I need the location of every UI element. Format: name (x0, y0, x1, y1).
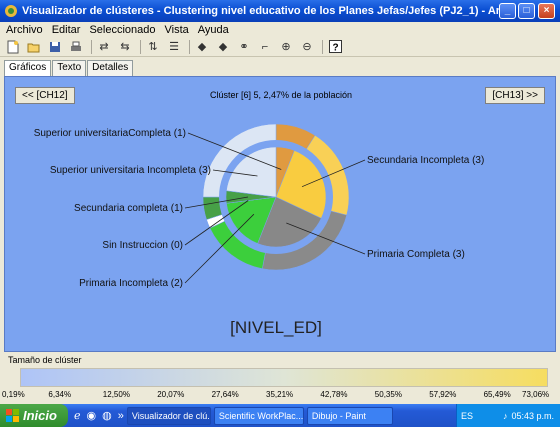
clock: 05:43 p.m. (511, 410, 554, 421)
cluster-size-legend: Tamaño de clúster 0,19% 6,34% 12,50% 20,07%… (0, 352, 560, 404)
toolbar-separator (140, 39, 141, 54)
menu-archivo[interactable]: Archivo (6, 24, 43, 36)
size-tick-label: 6,34% (48, 390, 72, 399)
select-icon[interactable]: ⌐ (256, 39, 274, 55)
taskbar: Inicio ℯ ◉ ◍ » Visualizador de clú... Sc… (0, 404, 560, 427)
save-icon[interactable] (46, 39, 64, 55)
task-paint[interactable]: Dibujo - Paint (306, 406, 393, 425)
print-icon[interactable] (67, 39, 85, 55)
back-icon[interactable]: ◆ (193, 39, 211, 55)
open-icon[interactable] (25, 39, 43, 55)
slice-label: Primaria Completa (3) (367, 249, 465, 260)
menu-bar: Archivo Editar Seleccionado Vista Ayuda (0, 22, 560, 37)
slice-label: Primaria Incompleta (2) (79, 278, 183, 289)
menu-ayuda[interactable]: Ayuda (198, 24, 229, 36)
toolbar-separator (189, 39, 190, 54)
size-tick-label: 50,35% (374, 390, 402, 399)
toolbar-separator (322, 39, 323, 54)
task-scientific-workplace[interactable]: Scientific WorkPlac... (213, 406, 304, 425)
size-tick-label: 27,64% (211, 390, 239, 399)
size-tick-label: 65,49% (483, 390, 511, 399)
svg-text:?: ? (332, 43, 338, 54)
maximize-button[interactable]: □ (518, 3, 535, 19)
task-visualizador[interactable]: Visualizador de clú... (126, 406, 211, 425)
window-title: Visualizador de clústeres - Clustering n… (22, 5, 504, 17)
app-icon (4, 4, 18, 18)
size-tick-label: 0,19% (2, 390, 25, 399)
align-icon[interactable]: ☰ (165, 39, 183, 55)
start-button[interactable]: Inicio (0, 404, 68, 427)
size-tick-label: 42,78% (320, 390, 348, 399)
more-chevron-icon[interactable]: » (118, 410, 124, 422)
system-tray: ES ♪ 05:43 p.m. (456, 404, 560, 427)
minimize-button[interactable]: _ (499, 3, 516, 19)
menu-editar[interactable]: Editar (52, 24, 81, 36)
slice-label: Superior universitaria Incompleta (3) (50, 165, 211, 176)
close-button[interactable]: × (538, 3, 555, 19)
tab-texto[interactable]: Texto (52, 60, 87, 76)
view-tabs: Gráficos Texto Detalles (4, 60, 134, 77)
size-tick-label: 12,50% (102, 390, 130, 399)
zoom-in-icon[interactable]: ⊕ (277, 39, 295, 55)
size-tick-label: 20,07% (157, 390, 185, 399)
size-tick-label: 35,21% (266, 390, 294, 399)
menu-vista[interactable]: Vista (165, 24, 189, 36)
refresh-icon[interactable]: ⇆ (116, 39, 134, 55)
swap-icon[interactable]: ⇄ (95, 39, 113, 55)
menu-seleccionado[interactable]: Seleccionado (89, 24, 155, 36)
slice-label: Secundaria Incompleta (3) (367, 155, 484, 166)
ie-icon[interactable]: ℯ (74, 409, 81, 422)
zoom-out-icon[interactable]: ⊖ (298, 39, 316, 55)
tab-graficos[interactable]: Gráficos (4, 60, 52, 77)
new-icon[interactable] (4, 39, 22, 55)
slice-label: Sin Instruccion (0) (102, 240, 183, 251)
forward-icon[interactable]: ◆ (214, 39, 232, 55)
tab-detalles[interactable]: Detalles (87, 60, 134, 76)
language-indicator[interactable]: ES (457, 411, 473, 421)
media-icon[interactable]: ◉ (87, 409, 97, 422)
cluster-info: Clúster [6] 5, 2,47% de la población (209, 90, 353, 100)
slice-label: Secundaria completa (1) (74, 203, 183, 214)
app-window: Visualizador de clústeres - Clustering n… (0, 0, 560, 404)
firefox-icon[interactable]: ◍ (102, 409, 112, 422)
binoculars-icon[interactable]: ⚭ (235, 39, 253, 55)
toolbar: ⇄ ⇆ ⇅ ☰ ◆ ◆ ⚭ ⌐ ⊕ ⊖ ? (0, 37, 560, 57)
help-icon[interactable]: ? (326, 39, 344, 55)
slice-label: Superior universitariaCompleta (1) (34, 128, 186, 139)
size-tick-label: 57,92% (429, 390, 457, 399)
chart-title: [NIVEL_ED] (230, 318, 322, 337)
size-tick-label: 73,06% (522, 390, 550, 399)
sort-icon[interactable]: ⇅ (144, 39, 162, 55)
windows-logo-icon (6, 409, 19, 422)
title-bar[interactable]: Visualizador de clústeres - Clustering n… (0, 0, 560, 22)
size-legend-label: Tamaño de clúster (8, 355, 82, 365)
size-gradient-bar (20, 368, 548, 387)
chart-panel: Superior universitariaCompleta (1) Superi… (4, 76, 556, 352)
toolbar-separator (91, 39, 92, 54)
start-label: Inicio (23, 408, 57, 423)
volume-icon[interactable]: ♪ (503, 411, 508, 421)
next-cluster-button[interactable]: [CH13] >> (485, 87, 545, 104)
cluster-pie-chart: Superior universitariaCompleta (1) Superi… (34, 123, 484, 337)
